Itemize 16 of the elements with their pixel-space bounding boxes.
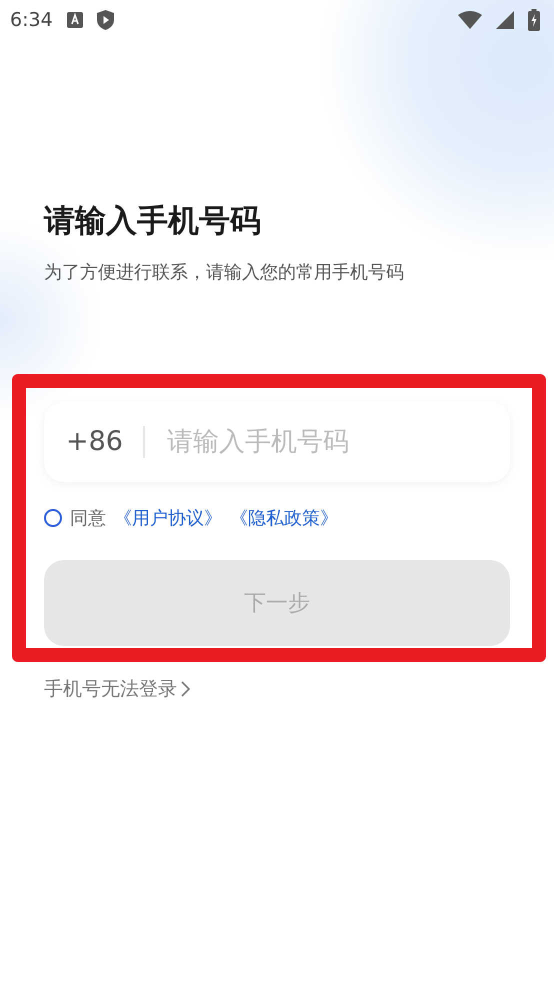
policy-link[interactable]: 《用户协议》 — [114, 506, 222, 530]
status-time: 6:34 — [10, 9, 53, 31]
wifi-icon — [458, 11, 482, 29]
battery-charging-icon — [528, 9, 540, 31]
page-subtitle: 为了方便进行联系，请输入您的常用手机号码 — [44, 261, 405, 284]
country-code[interactable]: +86 — [66, 426, 145, 458]
keyboard-icon — [66, 12, 83, 28]
phone-field[interactable]: +86 请输入手机号码 — [44, 402, 510, 482]
help-link[interactable]: 手机号无法登录 — [44, 676, 190, 702]
chevron-right-icon — [181, 681, 190, 697]
policy-link[interactable]: 《隐私政策》 — [230, 506, 338, 530]
shield-play-icon — [96, 10, 114, 30]
signal-icon — [496, 11, 514, 29]
page-title: 请输入手机号码 — [44, 202, 262, 241]
agree-checkbox[interactable] — [44, 509, 62, 527]
agree-label: 同意 — [70, 507, 106, 530]
